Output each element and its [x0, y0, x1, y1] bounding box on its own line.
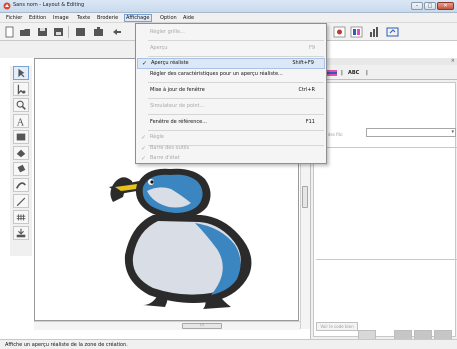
menu-text[interactable]: Texte	[76, 14, 91, 22]
bucket-icon[interactable]	[13, 162, 29, 176]
menu-separator	[148, 56, 324, 57]
open-folder-icon[interactable]	[19, 26, 32, 38]
stitch-chart-icon[interactable]	[368, 26, 381, 38]
menu-option[interactable]: Option	[159, 14, 178, 22]
app-icon	[3, 2, 11, 10]
side-panel: × | | ABC | Nbre des fils: ▾ Voir le cod…	[310, 58, 457, 346]
text-tool-icon[interactable]: A	[13, 114, 29, 128]
menu-file[interactable]: Fichier	[5, 14, 23, 22]
menu-view[interactable]: Affichage	[124, 14, 152, 22]
vertical-scroll-thumb[interactable]	[302, 186, 308, 208]
window-title: Sans nom - Layout & Editing	[13, 2, 85, 8]
status-bar: Affiche un aperçu réaliste de la zone de…	[0, 339, 457, 349]
save-icon[interactable]	[36, 26, 49, 38]
menu-separator	[148, 114, 324, 115]
horizontal-scrollbar[interactable]: ⁝⁝⁝	[34, 321, 300, 330]
realistic-view-icon[interactable]	[333, 26, 346, 38]
close-icon: ✕	[443, 3, 448, 9]
menu-item-refresh-window[interactable]: Mise à jour de fenêtre Ctrl+R	[137, 85, 325, 96]
menu-item-grid-settings[interactable]: Régler grille...	[137, 27, 325, 38]
menu-separator	[148, 82, 324, 83]
design-center-icon[interactable]	[386, 26, 399, 38]
transfer-icon[interactable]	[74, 26, 87, 38]
status-text: Affiche un aperçu réaliste de la zone de…	[5, 342, 128, 348]
shape-tool-icon[interactable]	[13, 130, 29, 144]
undo-icon[interactable]	[110, 26, 123, 38]
toolbar-separator	[68, 26, 69, 38]
menu-item-stitch-simulator[interactable]: Simulateur de point...	[137, 101, 325, 112]
select-arrow-icon[interactable]	[13, 66, 29, 80]
panel-header: ×	[311, 58, 457, 65]
brush-icon[interactable]	[13, 194, 29, 208]
check-icon: ✓	[142, 60, 148, 67]
menu-separator	[148, 130, 324, 131]
tab-divider: |	[366, 70, 368, 76]
menu-edit[interactable]: Edition	[28, 14, 47, 22]
thread-count-select[interactable]: ▾	[366, 128, 456, 137]
horizontal-scroll-thumb[interactable]: ⁝⁝⁝	[182, 322, 222, 329]
menu-item-preview[interactable]: Aperçu F9	[137, 43, 325, 54]
zoom-icon[interactable]	[13, 98, 29, 112]
view-menu-dropdown: Régler grille... Aperçu F9 ✓ Aperçu réal…	[135, 23, 327, 164]
see-code-button[interactable]: Voir le code bien	[316, 322, 358, 331]
panel-divider	[316, 147, 457, 148]
chevron-down-icon: ▾	[451, 129, 454, 135]
title-bar: Sans nom - Layout & Editing – □ ✕	[0, 0, 457, 13]
panel-close-icon[interactable]: ×	[451, 58, 455, 64]
point-edit-icon[interactable]	[13, 82, 29, 96]
check-icon: ✓	[141, 155, 147, 162]
sewing-order-tab-icon[interactable]	[327, 69, 337, 77]
menu-image[interactable]: Image	[52, 14, 70, 22]
card-write-icon[interactable]	[92, 26, 105, 38]
panel-content: Nbre des fils: ▾	[313, 82, 457, 346]
tab-text-properties[interactable]: ABC	[348, 70, 359, 76]
import-icon[interactable]	[13, 226, 29, 240]
stitch-tool-icon[interactable]	[13, 178, 29, 192]
minimize-icon: –	[415, 3, 419, 9]
tab-divider: |	[341, 70, 343, 76]
minimize-button[interactable]: –	[411, 2, 423, 10]
menu-item-realistic-preview[interactable]: ✓ Aperçu réaliste Shift+F9	[137, 58, 325, 69]
svg-text:A: A	[17, 117, 25, 128]
maximize-button[interactable]: □	[424, 2, 436, 10]
menu-bar: Fichier Edition Image Texte Broderie Aff…	[0, 13, 457, 23]
menu-separator	[148, 40, 324, 41]
menu-separator	[148, 98, 324, 99]
panel-tab-strip: | | ABC |	[311, 66, 457, 80]
panel-divider	[316, 259, 457, 260]
check-icon: ✓	[141, 134, 147, 141]
menu-item-reference-window[interactable]: Fenêtre de référence... F11	[137, 117, 325, 128]
menu-item-ruler[interactable]: ✓ Règle	[137, 132, 325, 143]
color-palette-icon[interactable]	[350, 26, 363, 38]
grip-icon: ⁝⁝⁝	[200, 322, 204, 327]
menu-item-status-bar[interactable]: ✓ Barre d'état	[137, 153, 325, 164]
menu-item-realistic-settings[interactable]: Régler des caractéristiques pour un aper…	[137, 69, 325, 80]
menu-embroidery[interactable]: Broderie	[96, 14, 119, 22]
close-button[interactable]: ✕	[437, 2, 454, 10]
maximize-icon: □	[427, 3, 433, 9]
menu-help[interactable]: Aide	[182, 14, 195, 22]
fill-tool-icon[interactable]	[13, 146, 29, 160]
manual-punch-icon[interactable]	[13, 210, 29, 224]
tool-palette: A	[10, 66, 32, 256]
save-as-icon[interactable]	[52, 26, 65, 38]
new-file-icon[interactable]	[3, 26, 16, 38]
